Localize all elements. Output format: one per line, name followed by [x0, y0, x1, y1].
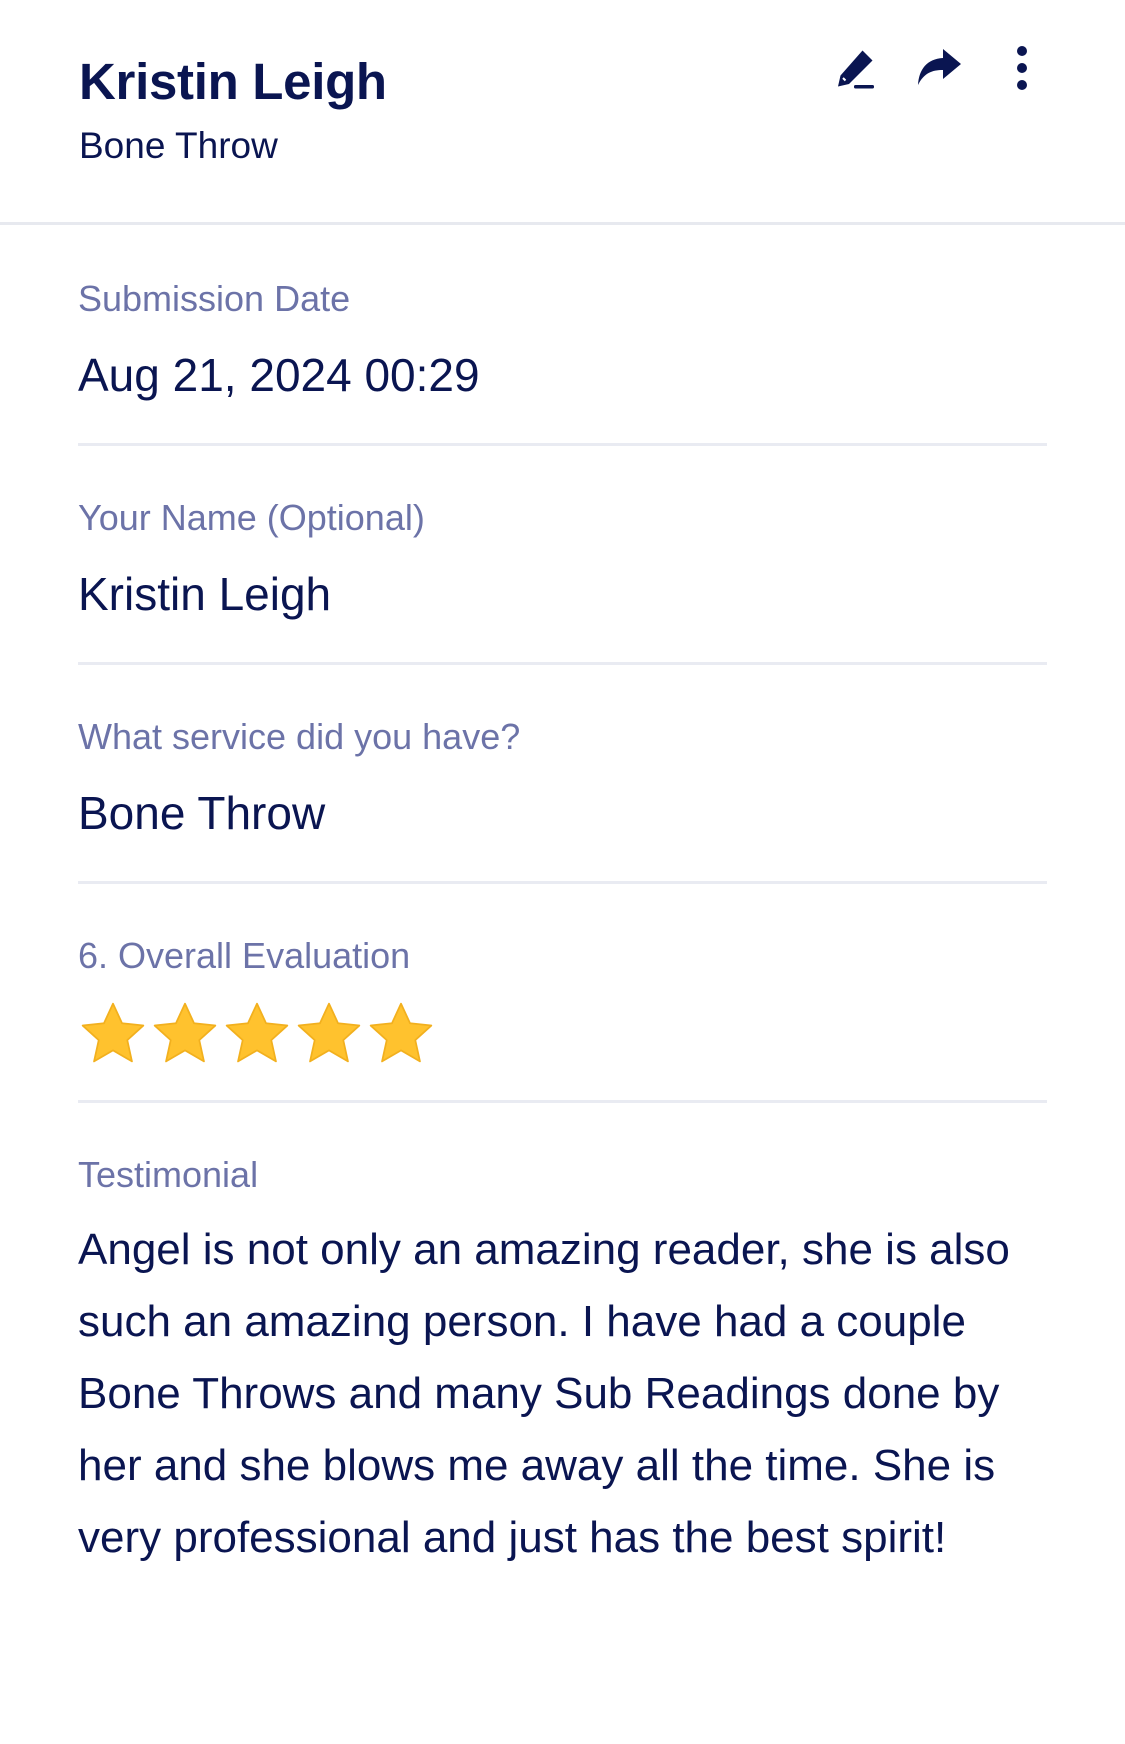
service-label: What service did you have? — [78, 716, 521, 757]
divider — [78, 443, 1047, 446]
submission-date-field: Submission Date Aug 21, 2024 00:29 — [78, 278, 1047, 402]
your-name-label: Your Name (Optional) — [78, 497, 425, 538]
edit-button[interactable] — [827, 40, 883, 96]
testimonial-label: Testimonial — [78, 1154, 259, 1195]
service-field: What service did you have? Bone Throw — [78, 716, 1047, 840]
overall-evaluation-label: 6. Overall Evaluation — [78, 935, 411, 976]
share-arrow-icon — [918, 49, 961, 85]
header-actions — [0, 40, 1125, 90]
star-rating — [78, 999, 1047, 1069]
divider — [78, 662, 1047, 665]
star-icon — [369, 1002, 433, 1063]
divider — [78, 1100, 1047, 1103]
service-value: Bone Throw — [78, 787, 326, 839]
pencil-icon — [838, 50, 874, 89]
more-vertical-icon — [1017, 46, 1027, 90]
testimonial-value: Angel is not only an amazing reader, she… — [78, 1225, 1010, 1562]
testimonial-field: Testimonial Angel is not only an amazing… — [78, 1154, 1047, 1574]
star-icon — [153, 1002, 217, 1063]
star-icon — [297, 1002, 361, 1063]
your-name-field: Your Name (Optional) Kristin Leigh — [78, 497, 1047, 621]
star-icon — [81, 1002, 145, 1063]
page-subtitle: Bone Throw — [79, 125, 278, 166]
submission-date-value: Aug 21, 2024 00:29 — [78, 349, 480, 401]
your-name-value: Kristin Leigh — [78, 568, 332, 620]
star-icon — [225, 1002, 289, 1063]
overall-evaluation-field: 6. Overall Evaluation — [78, 935, 1047, 1069]
divider — [78, 881, 1047, 884]
more-options-button[interactable] — [994, 40, 1050, 96]
header: Kristin Leigh Bone Throw — [0, 0, 1125, 225]
submission-date-label: Submission Date — [78, 278, 351, 319]
share-button[interactable] — [911, 40, 967, 96]
